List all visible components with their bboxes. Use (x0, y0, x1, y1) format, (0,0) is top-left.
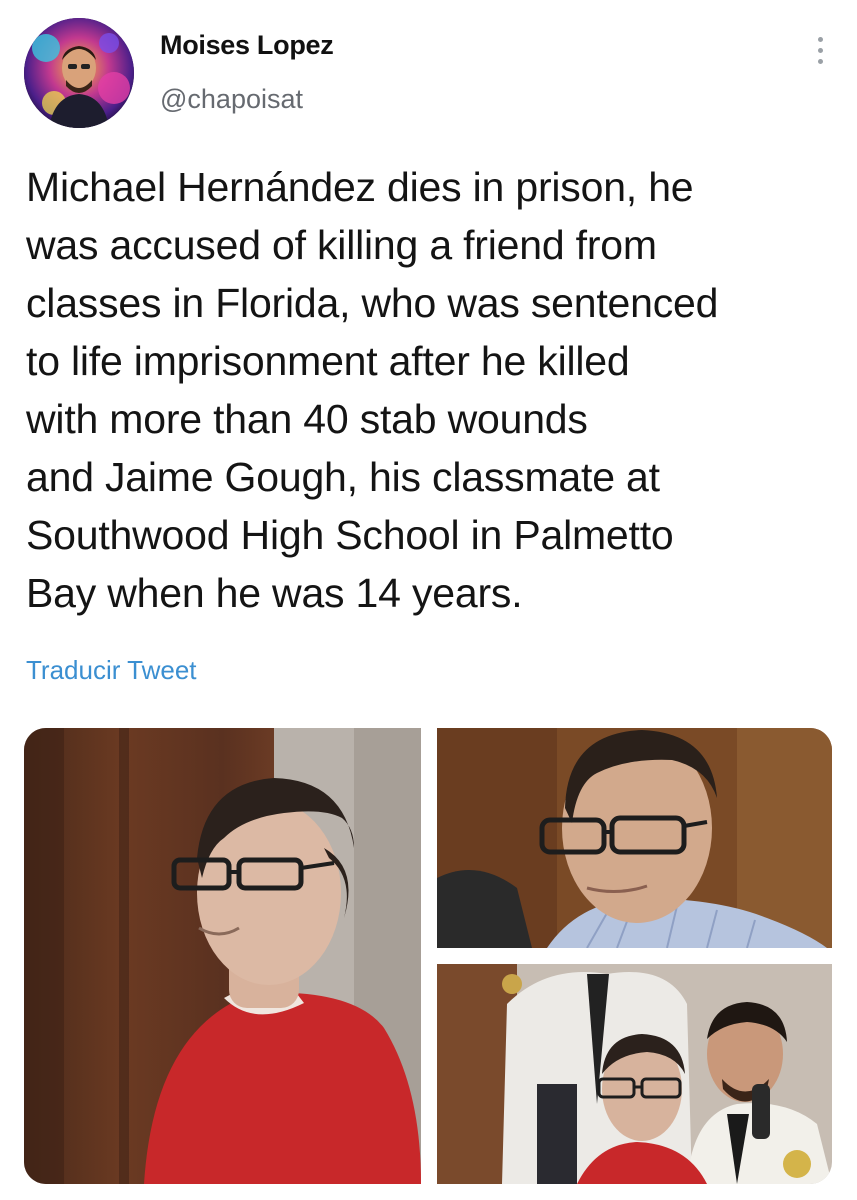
more-options-button[interactable] (805, 32, 835, 68)
photo-3-image (437, 964, 832, 1184)
display-name[interactable]: Moises Lopez (160, 30, 334, 61)
photo-1[interactable] (24, 728, 421, 1184)
tweet-media-grid (24, 728, 832, 1184)
tweet-header: Moises Lopez @chapoisat (0, 0, 857, 140)
photo-2[interactable] (437, 728, 832, 948)
avatar-image (24, 18, 134, 128)
avatar[interactable] (24, 18, 134, 128)
tweet-text: Michael Hernández dies in prison, he was… (26, 164, 719, 616)
photo-2-image (437, 728, 832, 948)
user-handle[interactable]: @chapoisat (160, 84, 303, 115)
photo-3[interactable] (437, 964, 832, 1184)
photo-1-image (24, 728, 421, 1184)
vertical-ellipsis-icon (817, 36, 823, 42)
translate-tweet-link[interactable]: Traducir Tweet (26, 655, 197, 686)
